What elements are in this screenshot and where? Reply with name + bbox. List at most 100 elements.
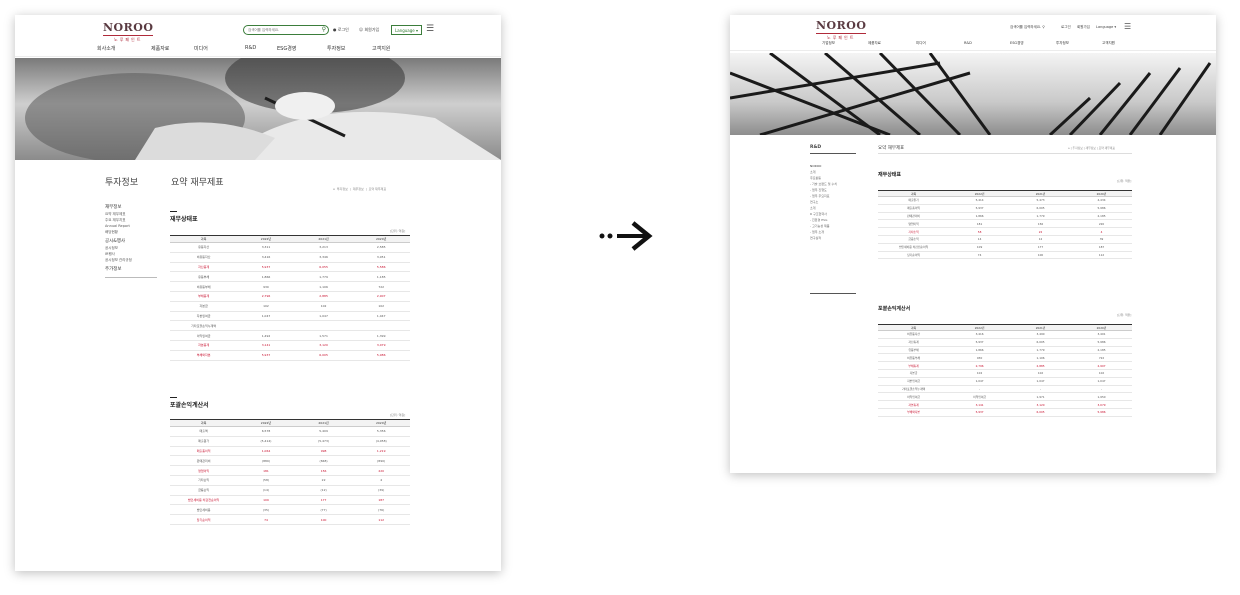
nav-item[interactable]: 회사소개 — [97, 45, 115, 52]
table-cell: 영업이익 — [170, 465, 238, 476]
nav-item[interactable]: 투자정보 — [327, 45, 345, 52]
table-cell: 3,079 — [1071, 400, 1132, 409]
table-cell: 2,907 — [1071, 361, 1132, 370]
table-cell: 판매관리비 — [170, 455, 238, 467]
table-cell: 156 — [1010, 219, 1072, 229]
table-cell: 1,779 — [1010, 212, 1072, 221]
table-cell: 유동부채 — [170, 271, 238, 283]
table-cell: - — [1071, 385, 1132, 394]
table-cell: 법인세비용 차감전순이익 — [170, 495, 238, 506]
language-select[interactable]: Language ▾ — [1096, 25, 1116, 29]
nav-item[interactable]: 제품자료 — [868, 41, 881, 46]
hero-banner — [730, 53, 1216, 135]
table-cell: (58) — [237, 475, 295, 486]
table-cell: 5,937 — [237, 262, 295, 273]
table-cell: 1,047 — [237, 311, 295, 322]
table-cell: 3,079 — [352, 340, 410, 351]
column-header: 과목 — [170, 235, 238, 243]
hamburger-menu-icon[interactable]: ☰ — [426, 25, 434, 34]
table-cell: 5,986 — [1071, 204, 1132, 213]
table-cell: 이익잉여금 — [170, 330, 238, 341]
hamburger-menu-icon[interactable]: ☰ — [1124, 22, 1131, 31]
table-cell: 1,971 — [1010, 392, 1072, 402]
join-link[interactable]: ☺ 회원가입 — [359, 27, 379, 33]
table-cell — [352, 320, 410, 332]
language-select[interactable]: Language ▾ — [391, 25, 423, 35]
table-row: 영업이익 181 156 220 — [878, 219, 1132, 229]
table-cell — [237, 320, 295, 332]
table-row: 이익잉여금 1,492 1,571 1,399 — [170, 330, 410, 341]
table-cell: 1,064 — [237, 446, 295, 457]
nav-item[interactable]: 미디어 — [916, 41, 926, 46]
table-cell: 3,416 — [237, 252, 295, 263]
table-row: 비유동부채 930 1,106 722 — [878, 353, 1132, 363]
table-row: 이익잉여금 이익잉여금 1,971 1,950 — [878, 392, 1132, 402]
table-cell: 1,047 — [1071, 377, 1132, 386]
nav-item[interactable]: 미디어 — [194, 45, 208, 52]
table-cell: 3,311 — [237, 242, 295, 253]
table-cell: 998 — [294, 446, 353, 457]
after-screenshot: NOROO 노루페인트 검색어를 입력하세요. ⚲ 로그인 회원가입 Langua… — [730, 15, 1216, 473]
before-screenshot: NOROO 노루페인트 검색어를 입력하세요. ⚲ ● 로그인 ☺ 회원가입 Lan… — [15, 15, 501, 571]
transition-arrow-icon — [599, 221, 653, 251]
login-link[interactable]: 로그인 — [1061, 25, 1071, 30]
sidebar-item[interactable]: 배당현황 — [105, 229, 157, 235]
table-row: 매출원가 5,414 5,473 4,434 — [878, 196, 1132, 205]
sidebar-group[interactable]: 주가정보 — [105, 267, 157, 273]
table-cell: 5,586 — [352, 262, 410, 273]
nav-item[interactable]: 투자정보 — [1056, 41, 1069, 46]
column-header: 2022년 — [237, 419, 295, 427]
join-link[interactable]: 회원가입 — [1077, 25, 1090, 30]
table-row: 자본금 102 102 102 — [878, 369, 1132, 378]
table-cell: 181 — [237, 465, 295, 476]
table-cell: 1,106 — [294, 281, 353, 292]
nav-item[interactable]: 고객지원 — [1102, 41, 1115, 46]
nav-item[interactable]: ESG경영 — [277, 45, 296, 52]
login-link[interactable]: ● 로그인 — [333, 27, 349, 33]
table-cell: 비유동부채 — [170, 281, 238, 292]
table-cell: 181 — [949, 219, 1011, 229]
table-cell: 1,866 — [949, 212, 1011, 221]
sidebar-item[interactable]: 연구실적 — [810, 235, 837, 241]
table-cell: 5,356 — [352, 426, 410, 437]
nav-item[interactable]: R&D — [245, 45, 256, 51]
nav-item[interactable]: 고객지원 — [372, 45, 390, 52]
table-cell: 102 — [1010, 369, 1072, 378]
table-cell: 부채총계 — [170, 291, 238, 302]
table-cell: 1,779 — [294, 271, 353, 283]
table-cell: 기타포괄손익누계액 — [878, 385, 950, 394]
table-cell: 722 — [352, 281, 410, 292]
income-statement-table: 과목 2022년 2021년 2020년 비유동자산 3,416 3,490 3,401 자산총… — [878, 324, 1132, 417]
nav-item[interactable]: 제품자료 — [151, 45, 169, 52]
table-cell: 5,986 — [1071, 408, 1132, 417]
table-cell: 1,047 — [949, 377, 1011, 386]
table-row: 법인세비용 차감전순이익 109 177 187 — [878, 243, 1132, 252]
table-cell: 3,120 — [294, 340, 353, 351]
search-input[interactable]: 검색어를 입력하세요. ⚲ — [1010, 25, 1045, 30]
table-cell: 1,866 — [949, 346, 1011, 355]
table-row: 유동자산 3,311 3,213 2,585 — [170, 242, 410, 253]
table-cell: 자본총계 — [170, 340, 238, 351]
page-title: 요약 재무제표 — [878, 146, 905, 151]
table-cell: 177 — [294, 495, 353, 506]
table-row: 비유동자산 3,416 3,346 3,051 — [170, 252, 410, 263]
table-row: 비유동부채 930 1,106 722 — [170, 281, 410, 292]
nav-item[interactable]: R&D — [964, 41, 972, 45]
table-row: 자산총계 5,937 6,055 5,586 — [170, 262, 410, 273]
search-icon[interactable]: ⚲ — [322, 27, 326, 33]
table-cell: 당기순이익 — [170, 514, 238, 525]
nav-item[interactable]: 기업정보 — [822, 41, 835, 46]
logo[interactable]: NOROO 노루페인트 — [103, 21, 154, 43]
table-cell: 1,047 — [352, 311, 410, 322]
table-cell: 74 — [949, 251, 1011, 260]
table-cell: 220 — [1071, 219, 1132, 229]
nav-item[interactable]: ESG경영 — [1010, 41, 1024, 46]
logo[interactable]: NOROO 노루페인트 — [816, 19, 867, 41]
table-cell: 비유동자산 — [878, 330, 950, 339]
table-cell: 22 — [1010, 227, 1072, 236]
sidebar-item[interactable]: 공시정보 관리규정 — [105, 257, 157, 263]
search-input[interactable]: 검색어를 입력하세요. ⚲ — [243, 25, 329, 35]
table-row: 당기순이익 74 100 112 — [170, 514, 410, 525]
table-cell: 74 — [237, 514, 295, 525]
table-cell: 1,950 — [1071, 392, 1132, 402]
